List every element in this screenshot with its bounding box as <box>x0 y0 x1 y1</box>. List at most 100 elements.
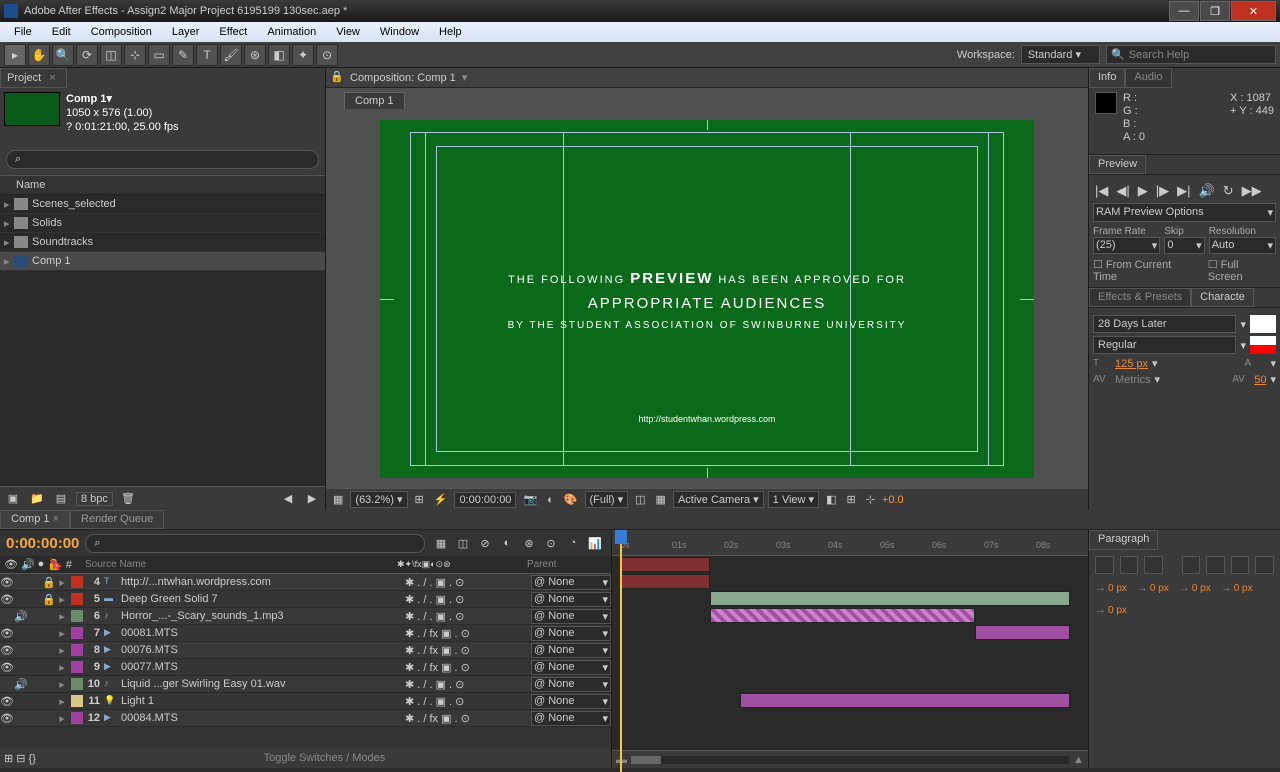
skip-select[interactable]: 0▾ <box>1164 237 1204 254</box>
current-time-display[interactable]: 0:00:00:00 <box>6 535 79 552</box>
align-right-icon[interactable] <box>1144 556 1163 574</box>
time-display[interactable]: 0:00:00:00 <box>454 492 516 508</box>
fast-preview-icon[interactable]: ⚡ <box>431 493 451 506</box>
comp-mini-icon[interactable]: ▦ <box>431 533 451 553</box>
close-button[interactable]: ✕ <box>1231 1 1276 21</box>
menu-view[interactable]: View <box>326 24 370 40</box>
menu-effect[interactable]: Effect <box>209 24 257 40</box>
font-style-select[interactable]: Regular <box>1093 336 1236 354</box>
timeline-tracks-area[interactable]: 0s01s02s03s04s05s06s07s08s ▬ ▲ <box>612 530 1088 768</box>
new-folder-icon[interactable]: 📁 <box>28 490 46 508</box>
clone-tool[interactable]: ⊛ <box>244 44 266 66</box>
layer-bar[interactable] <box>620 574 710 589</box>
paragraph-indent-value[interactable]: →0 px <box>1221 582 1253 594</box>
layer-row[interactable]: 🔊 ▸ 6 ♪ Horror_...-_Scary_sounds_1.mp3 ✱… <box>0 608 611 625</box>
brush-tool[interactable]: 🖌 <box>220 44 242 66</box>
workspace-select[interactable]: Standard ▾ <box>1021 45 1100 64</box>
justify-center-icon[interactable] <box>1206 556 1225 574</box>
menu-animation[interactable]: Animation <box>257 24 326 40</box>
justify-right-icon[interactable] <box>1231 556 1250 574</box>
snapshot-icon[interactable]: 📷 <box>520 493 540 506</box>
last-frame-icon[interactable]: ▶| <box>1177 183 1190 199</box>
scroll-right-icon[interactable]: ▶ <box>303 490 321 508</box>
project-item[interactable]: ▸Soundtracks <box>0 233 325 252</box>
rotate-tool[interactable]: ⟳ <box>76 44 98 66</box>
prev-frame-icon[interactable]: ◀| <box>1116 183 1129 199</box>
menu-window[interactable]: Window <box>370 24 429 40</box>
maximize-button[interactable]: ❐ <box>1200 1 1230 21</box>
exposure-value[interactable]: +0.0 <box>882 494 904 506</box>
pan-behind-tool[interactable]: ⊹ <box>124 44 146 66</box>
frame-blend-icon[interactable]: ◐ <box>497 533 517 553</box>
paragraph-indent-value[interactable]: →0 px <box>1179 582 1211 594</box>
composition-canvas[interactable]: THE FOLLOWING PREVIEW HAS BEEN APPROVED … <box>380 120 1034 478</box>
comp-lock-icon[interactable]: 🔒 <box>330 70 348 86</box>
search-help-input[interactable]: 🔍 Search Help <box>1106 45 1276 64</box>
align-left-icon[interactable] <box>1095 556 1114 574</box>
project-search-input[interactable]: ⌕ <box>6 150 319 169</box>
layer-row[interactable]: 👁 ▸ 12 ▶ 00084.MTS ✱ . / fx ▣ . ⊙ @ None… <box>0 710 611 727</box>
roto-tool[interactable]: ✦ <box>292 44 314 66</box>
align-center-icon[interactable] <box>1120 556 1139 574</box>
layer-row[interactable]: 👁 🔒 ▸ 5 ▬ Deep Green Solid 7 ✱ . / . ▣ .… <box>0 591 611 608</box>
brainstorm-icon[interactable]: ⊙ <box>541 533 561 553</box>
layer-bar[interactable] <box>740 693 1070 708</box>
paragraph-indent-value[interactable]: →0 px <box>1095 604 1127 616</box>
layer-search-input[interactable]: ⌕ <box>85 534 425 553</box>
info-tab[interactable]: Info <box>1089 68 1125 88</box>
layer-bar[interactable] <box>710 608 975 623</box>
character-tab[interactable]: Characte <box>1191 288 1254 307</box>
motion-blur-icon[interactable]: ⊛ <box>519 533 539 553</box>
comp-tab[interactable]: Comp 1 <box>344 92 405 109</box>
pen-tool[interactable]: ✎ <box>172 44 194 66</box>
from-current-checkbox[interactable]: ☐ From Current Time <box>1093 258 1198 283</box>
resolution-select[interactable]: (Full) ▾ <box>585 491 629 508</box>
color-mgmt-icon[interactable]: 🎨 <box>561 493 581 506</box>
mask-tool[interactable]: ▭ <box>148 44 170 66</box>
menu-layer[interactable]: Layer <box>162 24 210 40</box>
font-select[interactable]: 28 Days Later <box>1093 315 1236 333</box>
preview-res-select[interactable]: Auto▾ <box>1209 237 1276 254</box>
next-frame-icon[interactable]: |▶ <box>1156 183 1169 199</box>
grid-icon[interactable]: ▦ <box>653 493 669 506</box>
menu-file[interactable]: File <box>4 24 42 40</box>
layer-row[interactable]: 👁 🔒 ▸ 4 T http://...ntwhan.wordpress.com… <box>0 574 611 591</box>
trash-icon[interactable]: 🗑 <box>119 490 137 508</box>
camera-tool[interactable]: ◫ <box>100 44 122 66</box>
audio-tab[interactable]: Audio <box>1125 68 1171 88</box>
project-columns[interactable]: Name <box>0 175 325 195</box>
camera-select[interactable]: Active Camera ▾ <box>673 491 764 508</box>
first-frame-icon[interactable]: |◀ <box>1095 183 1108 199</box>
timeline-comp-tab[interactable]: Comp 1 × <box>0 510 70 529</box>
justify-all-icon[interactable] <box>1255 556 1274 574</box>
toggle-switches-button[interactable]: ⊞ ⊟ {} <box>4 752 36 765</box>
eraser-tool[interactable]: ◧ <box>268 44 290 66</box>
cti-head[interactable] <box>615 530 627 544</box>
view-select[interactable]: 1 View ▾ <box>768 491 819 508</box>
auto-key-icon[interactable]: ◔ <box>563 533 583 553</box>
comp-thumbnail[interactable] <box>4 92 60 126</box>
render-queue-tab[interactable]: Render Queue <box>70 510 164 529</box>
hand-tool[interactable]: ✋ <box>28 44 50 66</box>
graph-editor-icon[interactable]: 📊 <box>585 533 605 553</box>
preview-tab[interactable]: Preview <box>1089 155 1146 174</box>
menu-edit[interactable]: Edit <box>42 24 81 40</box>
interpret-icon[interactable]: ▣ <box>4 490 22 508</box>
effects-tab[interactable]: Effects & Presets <box>1089 288 1191 307</box>
scroll-left-icon[interactable]: ◀ <box>279 490 297 508</box>
full-screen-checkbox[interactable]: ☐ Full Screen <box>1208 258 1276 283</box>
font-size-value[interactable]: 125 px <box>1115 358 1148 370</box>
current-time-indicator[interactable] <box>620 532 622 772</box>
justify-left-icon[interactable] <box>1182 556 1201 574</box>
layer-bar[interactable] <box>620 557 710 572</box>
audio-icon[interactable]: 🔊 <box>1199 183 1215 199</box>
layer-bar[interactable] <box>710 591 1070 606</box>
paragraph-indent-value[interactable]: →0 px <box>1137 582 1169 594</box>
zoom-select[interactable]: (63.2%) ▾ <box>350 491 407 508</box>
close-icon[interactable]: × <box>49 72 55 84</box>
zoom-in-icon[interactable]: ▲ <box>1069 754 1088 766</box>
layer-bar[interactable] <box>975 625 1070 640</box>
framerate-select[interactable]: (25)▾ <box>1093 237 1160 254</box>
resolution-icon[interactable]: ⊞ <box>412 493 427 506</box>
kerning-value[interactable]: Metrics <box>1115 374 1150 386</box>
